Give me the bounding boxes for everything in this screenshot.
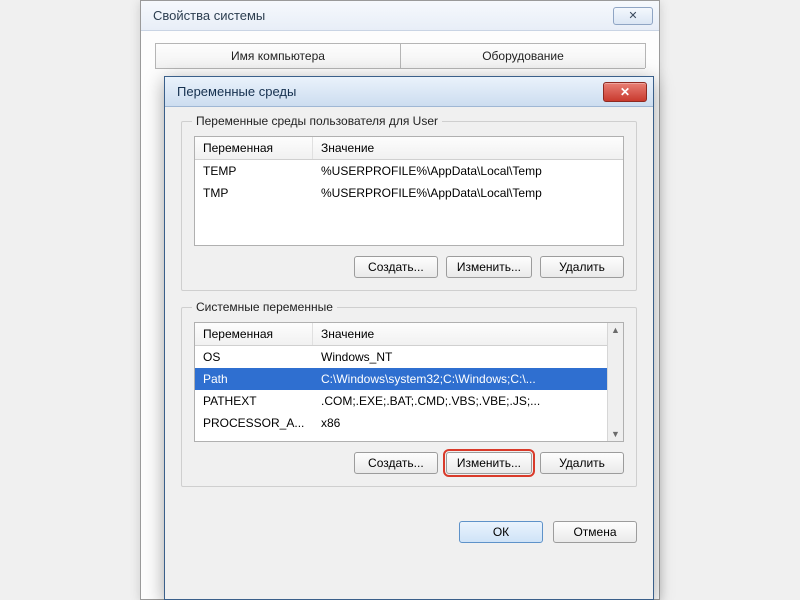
user-vars-rows: TEMP %USERPROFILE%\AppData\Local\Temp TM…	[195, 160, 623, 204]
var-name: OS	[195, 348, 313, 366]
table-row[interactable]: Path C:\Windows\system32;C:\Windows;C:\.…	[195, 368, 607, 390]
tab-hardware[interactable]: Оборудование	[400, 43, 646, 68]
system-vars-button-row: Создать... Изменить... Удалить	[194, 452, 624, 474]
system-properties-title: Свойства системы	[153, 8, 613, 23]
tab-row: Имя компьютера Оборудование	[155, 43, 645, 69]
user-create-button[interactable]: Создать...	[354, 256, 438, 278]
var-value: %USERPROFILE%\AppData\Local\Temp	[313, 184, 623, 202]
column-header-variable[interactable]: Переменная	[195, 137, 313, 159]
user-vars-legend: Переменные среды пользователя для User	[192, 114, 442, 128]
close-icon: ✕	[628, 9, 637, 22]
table-row[interactable]: OS Windows_NT	[195, 346, 607, 368]
user-delete-button[interactable]: Удалить	[540, 256, 624, 278]
table-row[interactable]: TEMP %USERPROFILE%\AppData\Local\Temp	[195, 160, 623, 182]
system-delete-button[interactable]: Удалить	[540, 452, 624, 474]
var-value: %USERPROFILE%\AppData\Local\Temp	[313, 162, 623, 180]
column-header-value[interactable]: Значение	[313, 323, 607, 345]
user-vars-header: Переменная Значение	[195, 137, 623, 160]
system-properties-close-button[interactable]: ✕	[613, 7, 653, 25]
env-vars-close-button[interactable]: ✕	[603, 82, 647, 102]
user-vars-group: Переменные среды пользователя для User П…	[181, 121, 637, 291]
user-vars-button-row: Создать... Изменить... Удалить	[194, 256, 624, 278]
system-create-button[interactable]: Создать...	[354, 452, 438, 474]
cancel-button[interactable]: Отмена	[553, 521, 637, 543]
table-row[interactable]: PROCESSOR_A... x86	[195, 412, 607, 434]
ok-button[interactable]: ОК	[459, 521, 543, 543]
var-value: C:\Windows\system32;C:\Windows;C:\...	[313, 370, 607, 388]
var-name: Path	[195, 370, 313, 388]
system-vars-group: Системные переменные Переменная Значение…	[181, 307, 637, 487]
var-value: .COM;.EXE;.BAT;.CMD;.VBS;.VBE;.JS;...	[313, 392, 607, 410]
var-name: PATHEXT	[195, 392, 313, 410]
var-name: PROCESSOR_A...	[195, 414, 313, 432]
var-value: x86	[313, 414, 607, 432]
system-vars-header: Переменная Значение	[195, 323, 607, 346]
var-name: TMP	[195, 184, 313, 202]
env-vars-titlebar[interactable]: Переменные среды ✕	[165, 77, 653, 107]
system-properties-titlebar[interactable]: Свойства системы ✕	[141, 1, 659, 31]
table-row[interactable]: PATHEXT .COM;.EXE;.BAT;.CMD;.VBS;.VBE;.J…	[195, 390, 607, 412]
column-header-variable[interactable]: Переменная	[195, 323, 313, 345]
scrollbar[interactable]	[607, 323, 623, 441]
system-vars-legend: Системные переменные	[192, 300, 337, 314]
env-vars-dialog: Переменные среды ✕ Переменные среды поль…	[164, 76, 654, 600]
user-edit-button[interactable]: Изменить...	[446, 256, 532, 278]
tab-computer-name[interactable]: Имя компьютера	[155, 43, 401, 68]
var-name: TEMP	[195, 162, 313, 180]
system-vars-list[interactable]: Переменная Значение OS Windows_NT Path C…	[194, 322, 624, 442]
close-icon: ✕	[620, 85, 630, 99]
system-edit-button[interactable]: Изменить...	[446, 452, 532, 474]
var-value: Windows_NT	[313, 348, 607, 366]
env-vars-title: Переменные среды	[177, 84, 603, 99]
table-row[interactable]: TMP %USERPROFILE%\AppData\Local\Temp	[195, 182, 623, 204]
user-vars-list[interactable]: Переменная Значение TEMP %USERPROFILE%\A…	[194, 136, 624, 246]
system-properties-body: Имя компьютера Оборудование	[141, 31, 659, 81]
dialog-footer-buttons: ОК Отмена	[165, 515, 653, 543]
column-header-value[interactable]: Значение	[313, 137, 623, 159]
env-vars-body: Переменные среды пользователя для User П…	[165, 107, 653, 515]
system-vars-rows: OS Windows_NT Path C:\Windows\system32;C…	[195, 346, 607, 434]
